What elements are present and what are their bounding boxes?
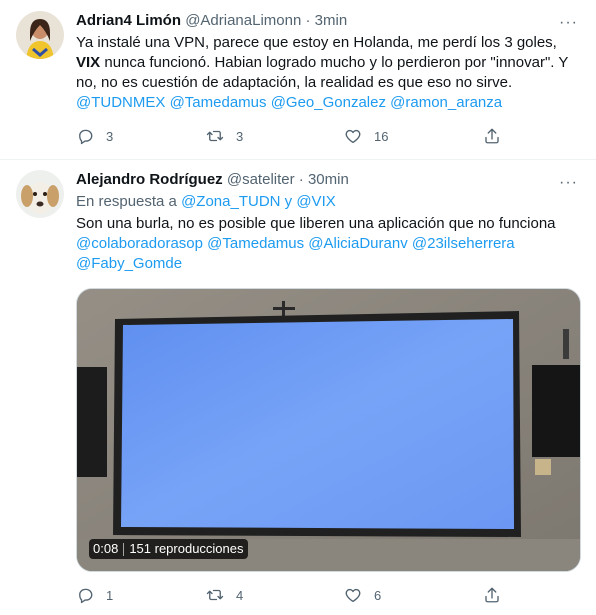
more-icon[interactable]: ··· <box>559 175 578 191</box>
mention-link[interactable]: @Tamedamus <box>207 235 304 252</box>
display-name[interactable]: Alejandro Rodríguez <box>76 171 223 188</box>
share-button[interactable] <box>483 585 501 605</box>
handle[interactable]: @sateliter <box>227 171 295 188</box>
like-icon <box>345 129 361 144</box>
retweet-icon <box>206 589 224 601</box>
like-icon <box>345 588 361 603</box>
text-part: Son una burla, no es posible que liberen… <box>76 215 556 232</box>
tweet[interactable]: Alejandro Rodríguez @sateliter · 30min E… <box>0 160 596 615</box>
share-button[interactable] <box>483 126 501 146</box>
tweet-actions: 1 4 6 <box>76 585 506 605</box>
separator: · <box>298 171 304 188</box>
mention-link[interactable]: @23ilseherrera <box>412 235 515 252</box>
tweet[interactable]: Adrian4 Limón @AdrianaLimonn · 3min Ya i… <box>0 0 596 160</box>
mention-link[interactable]: @ramon_aranza <box>390 94 502 111</box>
share-icon <box>485 587 499 603</box>
reply-icon <box>79 129 93 145</box>
video-duration: 0:08 <box>93 541 119 556</box>
avatar[interactable] <box>16 11 64 59</box>
reply-button[interactable]: 1 <box>76 585 113 605</box>
tweet-actions: 3 3 16 <box>76 126 506 146</box>
handle[interactable]: @AdrianaLimonn <box>185 12 301 29</box>
text-part: Ya instalé una VPN, parece que estoy en … <box>76 34 557 51</box>
share-icon <box>485 128 499 144</box>
reply-count: 3 <box>106 128 114 144</box>
tweet-text: Son una burla, no es posible que liberen… <box>76 214 580 274</box>
mention-link[interactable]: @colaboradorasop <box>76 235 203 252</box>
retweet-count: 3 <box>236 128 244 144</box>
reply-icon <box>79 588 93 604</box>
video-player[interactable]: 0:08 151 reproducciones <box>76 288 581 572</box>
retweet-button[interactable]: 3 <box>206 126 243 146</box>
reply-button[interactable]: 3 <box>76 126 113 146</box>
more-icon[interactable]: ··· <box>559 15 578 31</box>
retweet-icon <box>206 130 224 142</box>
text-bold: VIX <box>76 54 101 71</box>
retweet-count: 4 <box>236 587 244 603</box>
separator: · <box>305 12 311 29</box>
reply-count: 1 <box>106 587 114 603</box>
avatar[interactable] <box>16 170 64 218</box>
mention-link[interactable]: @AliciaDuranv <box>308 235 407 252</box>
tweet-text: Ya instalé una VPN, parece que estoy en … <box>76 33 580 113</box>
display-name[interactable]: Adrian4 Limón <box>76 12 181 29</box>
video-badge: 0:08 151 reproducciones <box>89 539 248 559</box>
badge-divider <box>123 542 125 556</box>
video-views: 151 reproducciones <box>129 541 244 556</box>
timestamp[interactable]: 30min <box>308 171 349 188</box>
like-count: 16 <box>374 128 389 144</box>
retweet-button[interactable]: 4 <box>206 585 243 605</box>
reply-context: En respuesta a @Zona_TUDN y @VIX <box>76 192 580 212</box>
text-part: nunca funcionó. Habian logrado mucho y l… <box>76 54 569 91</box>
mention-link[interactable]: @Tamedamus <box>170 94 267 111</box>
mention-link[interactable]: @TUDNMEX <box>76 94 165 111</box>
like-count: 6 <box>374 587 382 603</box>
tweet-header: Alejandro Rodríguez @sateliter · 30min <box>76 170 580 190</box>
mention-link[interactable]: @Geo_Gonzalez <box>271 94 386 111</box>
mention-link[interactable]: @Faby_Gomde <box>76 255 182 272</box>
timestamp[interactable]: 3min <box>315 12 348 29</box>
reply-prefix: En respuesta a <box>76 193 182 210</box>
like-button[interactable]: 6 <box>344 585 381 605</box>
tweet-header: Adrian4 Limón @AdrianaLimonn · 3min <box>76 11 580 31</box>
video-frame <box>77 289 580 571</box>
reply-mentions[interactable]: @Zona_TUDN y @VIX <box>181 193 336 210</box>
like-button[interactable]: 16 <box>344 126 388 146</box>
